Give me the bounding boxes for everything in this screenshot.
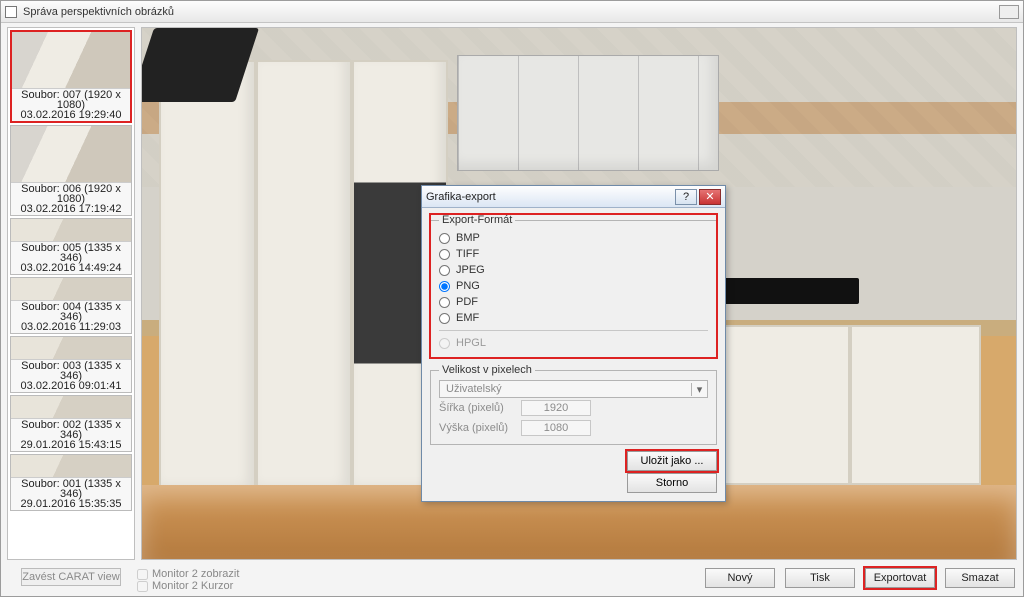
chevron-down-icon: ▾ (691, 383, 707, 396)
thumbnail-caption: Soubor: 001 (1335 x 346)29.01.2016 15:35… (11, 477, 131, 510)
thumbnail-image (12, 32, 130, 88)
thumbnail-caption: Soubor: 006 (1920 x 1080)03.02.2016 17:1… (11, 182, 131, 215)
app-icon (5, 6, 17, 18)
thumbnail-image (11, 278, 131, 300)
export-dialog-titlebar[interactable]: Grafika-export ? ✕ (422, 186, 725, 208)
save-as-button[interactable]: Uložit jako ... (627, 451, 717, 471)
monitor2-zobrazit-checkbox[interactable]: Monitor 2 zobrazit (137, 568, 239, 580)
close-button[interactable]: ✕ (699, 189, 721, 205)
thumbnail-caption: Soubor: 004 (1335 x 346)03.02.2016 11:29… (11, 300, 131, 333)
pixel-size-fieldset: Velikost v pixelech Uživatelský ▾ Šířka … (430, 364, 717, 445)
thumbnail-caption: Soubor: 003 (1335 x 346)03.02.2016 09:01… (11, 359, 131, 392)
exportovat-button[interactable]: Exportovat (865, 568, 935, 588)
thumbnail-caption: Soubor: 007 (1920 x 1080)03.02.2016 19:2… (12, 88, 130, 121)
help-button[interactable]: ? (675, 189, 697, 205)
export-dialog: Grafika-export ? ✕ Export-Formát BMP TIF… (421, 185, 726, 502)
thumbnail-image (11, 126, 131, 182)
main-window: Správa perspektivních obrázků Soubor: 00… (0, 0, 1024, 597)
thumbnail-item[interactable]: Soubor: 006 (1920 x 1080)03.02.2016 17:1… (10, 125, 132, 216)
format-pdf-radio[interactable]: PDF (439, 294, 708, 310)
thumbnail-item[interactable]: Soubor: 004 (1335 x 346)03.02.2016 11:29… (10, 277, 132, 334)
storno-button[interactable]: Storno (627, 473, 717, 493)
format-emf-radio[interactable]: EMF (439, 310, 708, 326)
tisk-button[interactable]: Tisk (785, 568, 855, 588)
thumbnail-image (11, 219, 131, 241)
format-jpeg-radio[interactable]: JPEG (439, 262, 708, 278)
export-dialog-title: Grafika-export (426, 191, 496, 203)
height-field[interactable]: 1080 (521, 420, 591, 436)
thumbnail-image (11, 455, 131, 477)
format-bmp-radio[interactable]: BMP (439, 230, 708, 246)
thumbnail-sidebar: Soubor: 007 (1920 x 1080)03.02.2016 19:2… (7, 27, 135, 560)
window-title: Správa perspektivních obrázků (23, 6, 174, 18)
content-area: Soubor: 007 (1920 x 1080)03.02.2016 19:2… (1, 23, 1023, 596)
thumbnail-item[interactable]: Soubor: 001 (1335 x 346)29.01.2016 15:35… (10, 454, 132, 511)
footer-buttons: Nový Tisk Exportovat Smazat (705, 568, 1015, 588)
thumbnail-item[interactable]: Soubor: 007 (1920 x 1080)03.02.2016 19:2… (10, 30, 132, 123)
width-row: Šířka (pixelů) 1920 (439, 398, 708, 418)
zavest-carat-view-button[interactable]: Zavést CARAT view (21, 568, 121, 586)
format-png-radio[interactable]: PNG (439, 278, 708, 294)
format-hpgl-radio: HPGL (439, 335, 708, 351)
novy-button[interactable]: Nový (705, 568, 775, 588)
monitor2-kurzor-checkbox[interactable]: Monitor 2 Kurzor (137, 580, 239, 592)
thumbnail-caption: Soubor: 002 (1335 x 346)29.01.2016 15:43… (11, 418, 131, 451)
monitor-options: Monitor 2 zobrazit Monitor 2 Kurzor (137, 568, 239, 592)
smazat-button[interactable]: Smazat (945, 568, 1015, 588)
thumbnail-caption: Soubor: 005 (1335 x 346)03.02.2016 14:49… (11, 241, 131, 274)
width-field[interactable]: 1920 (521, 400, 591, 416)
export-format-fieldset: Export-Formát BMP TIFF JPEG PNG PDF EMF … (430, 214, 717, 358)
size-preset-combo[interactable]: Uživatelský ▾ (439, 380, 708, 398)
format-tiff-radio[interactable]: TIFF (439, 246, 708, 262)
thumbnail-image (11, 396, 131, 418)
thumbnail-image (11, 337, 131, 359)
main-titlebar: Správa perspektivních obrázků (1, 1, 1023, 23)
height-row: Výška (pixelů) 1080 (439, 418, 708, 438)
thumbnail-item[interactable]: Soubor: 005 (1335 x 346)03.02.2016 14:49… (10, 218, 132, 275)
minimize-button[interactable] (999, 5, 1019, 19)
thumbnail-item[interactable]: Soubor: 003 (1335 x 346)03.02.2016 09:01… (10, 336, 132, 393)
thumbnail-item[interactable]: Soubor: 002 (1335 x 346)29.01.2016 15:43… (10, 395, 132, 452)
